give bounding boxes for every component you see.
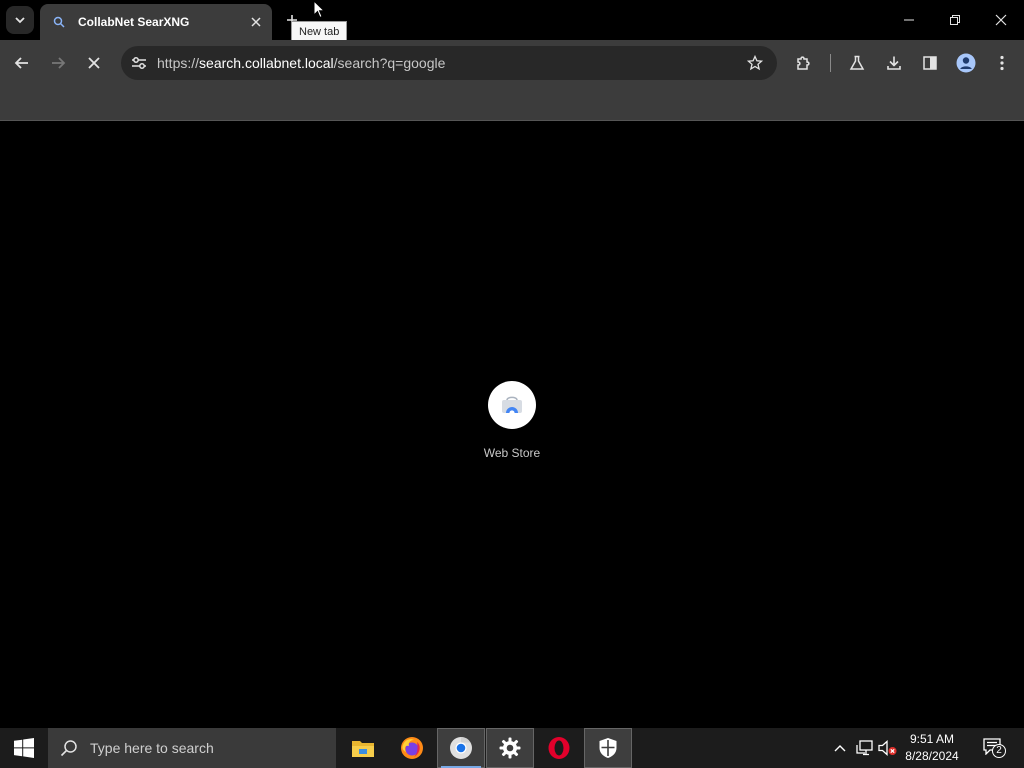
bookmark-star-icon[interactable] [743,51,767,75]
tab-active[interactable]: CollabNet SearXNG [40,4,272,40]
avatar-icon [956,53,976,73]
more-vertical-icon [1000,55,1004,71]
profile-button[interactable] [951,48,981,78]
extensions-button[interactable] [789,48,819,78]
chevron-down-icon [14,14,26,26]
shortcut-label: Web Store [483,446,541,460]
flask-icon [849,55,865,71]
taskbar-file-explorer[interactable] [339,728,387,768]
tab-search-button[interactable] [6,6,34,34]
opera-icon [547,736,571,760]
close-tab-icon[interactable] [246,12,266,32]
show-hidden-icons-button[interactable] [830,738,850,758]
volume-tray-icon[interactable] [878,738,898,758]
address-bar[interactable]: https://search.collabnet.local/search?q=… [121,46,777,80]
action-center-button[interactable]: 2 [972,728,1016,768]
close-icon [87,56,101,70]
chrome-menu-button[interactable] [987,48,1017,78]
download-icon [886,55,902,71]
minimize-icon [903,14,915,26]
clock-time: 9:51 AM [909,732,955,746]
taskbar-clock[interactable]: 9:51 AM 8/28/2024 [900,731,964,765]
side-panel-icon [922,55,938,71]
address-url[interactable]: https://search.collabnet.local/search?q=… [157,46,445,80]
side-panel-button[interactable] [915,48,945,78]
taskbar-defender[interactable] [584,728,632,768]
windows-taskbar: Type here to search 9:51 AM 8/28/2024 2 [0,728,1024,768]
taskbar-chrome[interactable] [437,728,485,768]
search-icon [60,739,78,757]
shortcut-web-store[interactable]: Web Store [472,381,552,460]
start-button[interactable] [0,728,48,768]
labs-button[interactable] [842,48,872,78]
tab-title: CollabNet SearXNG [78,15,190,29]
url-host: search.collabnet.local [199,55,334,71]
chevron-up-icon [834,744,846,752]
close-window-button[interactable] [978,0,1024,40]
clock-date: 8/28/2024 [905,749,959,763]
forward-button[interactable] [43,48,73,78]
taskbar-firefox[interactable] [388,728,436,768]
notification-count-badge: 2 [992,744,1006,758]
toolbar-divider [830,54,831,72]
puzzle-icon [795,54,813,72]
network-icon [856,740,874,756]
page-content: Web Store [0,121,1024,728]
gear-icon [499,737,521,759]
browser-toolbar: https://search.collabnet.local/search?q=… [0,40,1024,86]
taskbar-search-placeholder: Type here to search [90,740,214,756]
url-scheme: https:// [157,55,200,71]
url-path: /search?q=google [333,55,446,71]
shortcut-icon-container [488,381,536,429]
mouse-cursor-icon [313,0,325,19]
shield-icon [598,737,618,759]
back-button[interactable] [7,48,37,78]
tab-strip: CollabNet SearXNG [0,0,1024,40]
site-info-icon[interactable] [127,51,151,75]
taskbar-settings[interactable] [486,728,534,768]
stop-loading-button[interactable] [79,48,109,78]
minimize-button[interactable] [886,0,932,40]
searxng-favicon-icon [52,15,66,29]
chrome-icon [449,736,473,760]
speaker-muted-icon [878,740,898,756]
restore-button[interactable] [932,0,978,40]
network-tray-icon[interactable] [855,738,875,758]
folder-icon [351,738,375,758]
close-icon [995,14,1007,26]
taskbar-opera[interactable] [535,728,583,768]
arrow-left-icon [14,55,30,71]
arrow-right-icon [50,55,66,71]
firefox-icon [400,736,424,760]
bookmarks-bar [0,86,1024,121]
restore-icon [949,14,961,26]
taskbar-search-box[interactable]: Type here to search [48,728,336,768]
downloads-button[interactable] [879,48,909,78]
web-store-icon [501,396,523,414]
new-tab-tooltip: New tab [291,21,348,42]
notification-icon: 2 [983,738,1006,758]
windows-logo-icon [14,738,34,758]
